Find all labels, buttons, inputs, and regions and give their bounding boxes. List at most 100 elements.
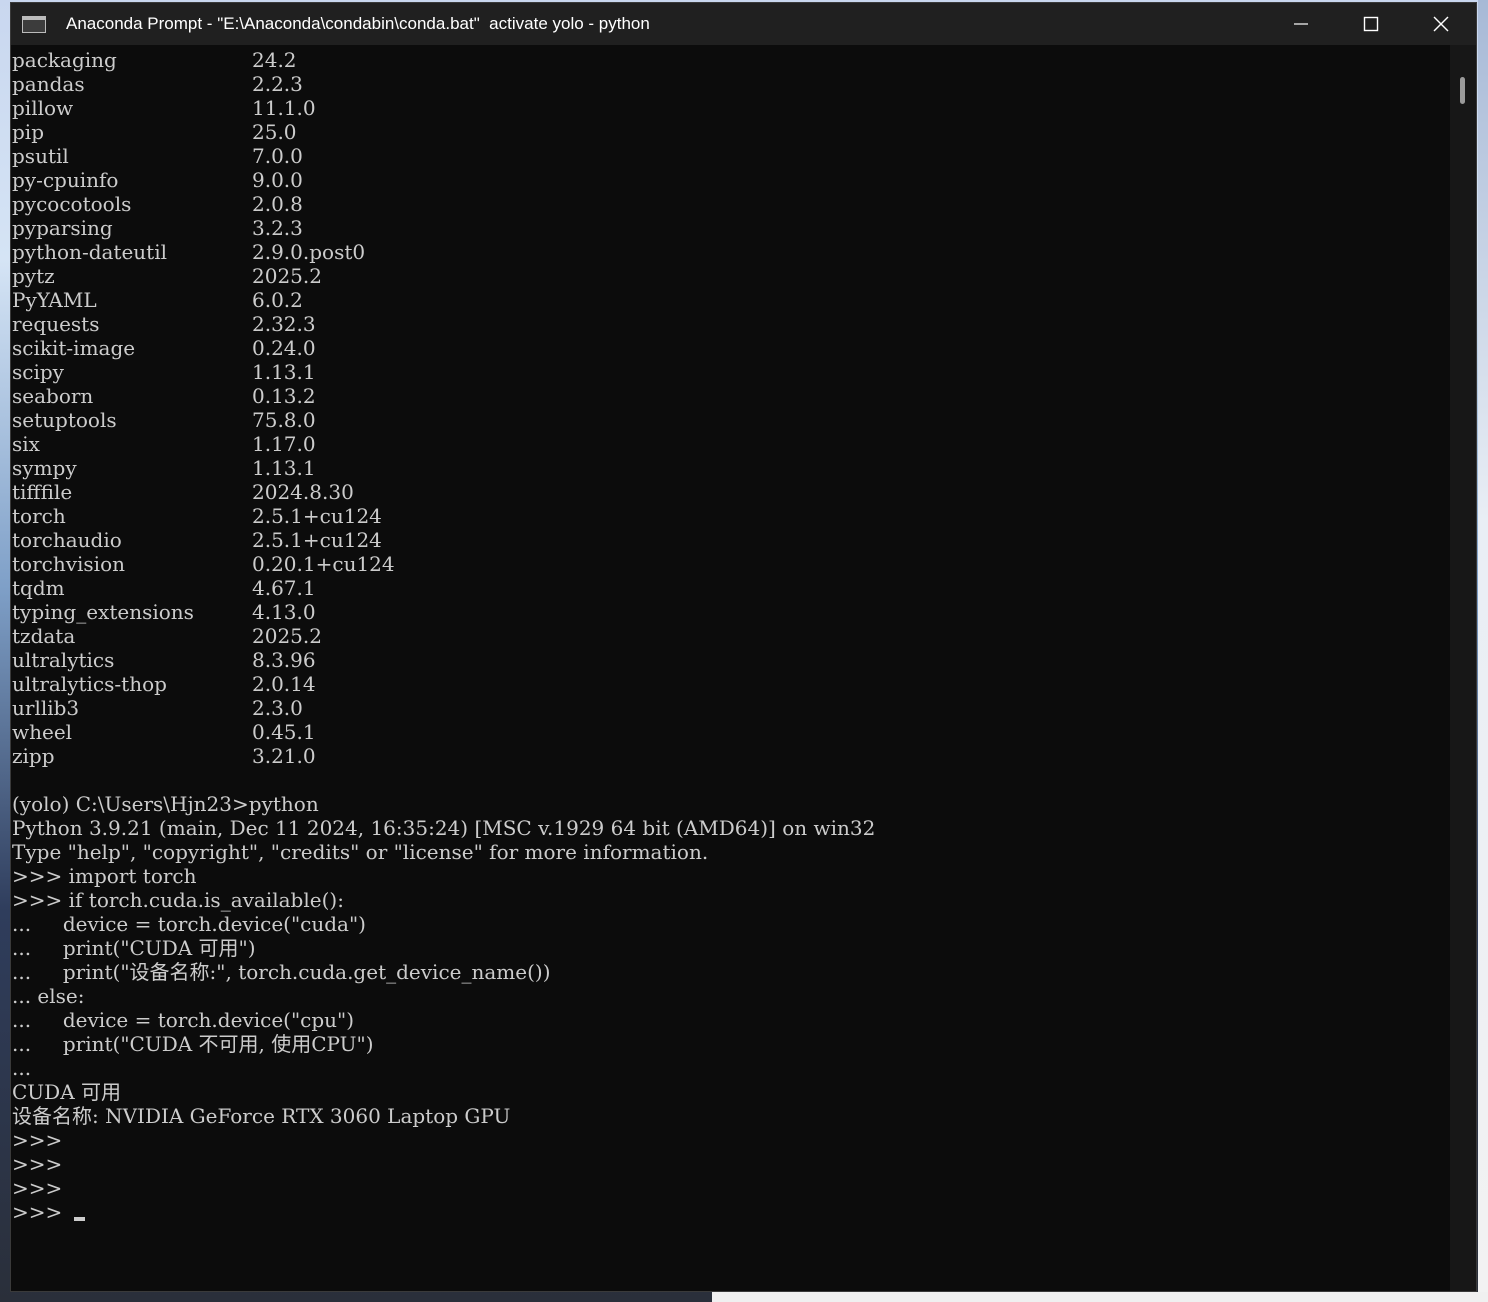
- scrollbar-thumb[interactable]: [1460, 77, 1465, 104]
- package-name: torchaudio: [12, 528, 122, 552]
- package-version: 3.21.0: [252, 744, 316, 768]
- package-version: 6.0.2: [252, 288, 303, 312]
- package-version: 25.0: [252, 120, 297, 144]
- package-version: 24.2: [252, 48, 297, 72]
- prompt: >>>: [12, 1200, 63, 1224]
- package-version: 1.17.0: [252, 432, 316, 456]
- package-name: six: [12, 432, 40, 456]
- package-row: urllib3 2.3.0: [12, 696, 1450, 720]
- package-version: 2.0.14: [252, 672, 316, 696]
- package-version: 0.24.0: [252, 336, 316, 360]
- package-version: 2.5.1+cu124: [252, 504, 382, 528]
- package-version: 4.13.0: [252, 600, 316, 624]
- output-line: ... print("设备名称:", torch.cuda.get_device…: [12, 960, 551, 984]
- package-row: pytz 2025.2: [12, 264, 1450, 288]
- package-name: tzdata: [12, 624, 76, 648]
- console-icon[interactable]: [22, 15, 46, 33]
- package-row: torchaudio 2.5.1+cu124: [12, 528, 1450, 552]
- package-version: 0.45.1: [252, 720, 316, 744]
- package-row: pip 25.0: [12, 120, 1450, 144]
- close-button[interactable]: [1406, 3, 1476, 45]
- package-name: pycocotools: [12, 192, 132, 216]
- close-icon: [1433, 16, 1449, 32]
- package-version: 2.3.0: [252, 696, 303, 720]
- package-row: torch 2.5.1+cu124: [12, 504, 1450, 528]
- package-name: PyYAML: [12, 288, 97, 312]
- output-line: 设备名称: NVIDIA GeForce RTX 3060 Laptop GPU: [12, 1104, 511, 1128]
- package-row: tifffile 2024.8.30: [12, 480, 1450, 504]
- package-name: python-dateutil: [12, 240, 168, 264]
- package-name: setuptools: [12, 408, 117, 432]
- package-version: 9.0.0: [252, 168, 303, 192]
- package-row: setuptools 75.8.0: [12, 408, 1450, 432]
- output-line: >>>: [12, 1176, 63, 1200]
- output-line: ... device = torch.device("cpu"): [12, 1008, 355, 1032]
- package-name: scikit-image: [12, 336, 136, 360]
- window-controls: [1266, 3, 1476, 45]
- input-line[interactable]: >>>: [12, 1200, 1450, 1224]
- package-name: requests: [12, 312, 100, 336]
- package-row: torchvision 0.20.1+cu124: [12, 552, 1450, 576]
- package-row: packaging 24.2: [12, 48, 1450, 72]
- package-version: 2.2.3: [252, 72, 303, 96]
- package-name: sympy: [12, 456, 77, 480]
- package-version: 7.0.0: [252, 144, 303, 168]
- output-line: >>> if torch.cuda.is_available():: [12, 888, 344, 912]
- output-line: ... print("CUDA 可用"): [12, 936, 256, 960]
- package-name: packaging: [12, 48, 117, 72]
- package-version: 4.67.1: [252, 576, 316, 600]
- package-name: seaborn: [12, 384, 94, 408]
- maximize-button[interactable]: [1336, 3, 1406, 45]
- python-session: (yolo) C:\Users\Hjn23>python Python 3.9.2…: [12, 768, 1450, 1200]
- package-name: pip: [12, 120, 45, 144]
- package-row: tzdata 2025.2: [12, 624, 1450, 648]
- package-row: tqdm 4.67.1: [12, 576, 1450, 600]
- minimize-button[interactable]: [1266, 3, 1336, 45]
- output-line: (yolo) C:\Users\Hjn23>python: [12, 792, 319, 816]
- package-name: zipp: [12, 744, 55, 768]
- package-row: pycocotools 2.0.8: [12, 192, 1450, 216]
- package-name: wheel: [12, 720, 73, 744]
- package-row: requests 2.32.3: [12, 312, 1450, 336]
- package-row: sympy 1.13.1: [12, 456, 1450, 480]
- package-version: 2025.2: [252, 264, 322, 288]
- package-version: 2025.2: [252, 624, 322, 648]
- package-row: py-cpuinfo 9.0.0: [12, 168, 1450, 192]
- package-row: pandas 2.2.3: [12, 72, 1450, 96]
- package-row: six 1.17.0: [12, 432, 1450, 456]
- package-row: python-dateutil 2.9.0.post0: [12, 240, 1450, 264]
- maximize-icon: [1363, 16, 1379, 32]
- package-version: 0.13.2: [252, 384, 316, 408]
- package-version: 2.32.3: [252, 312, 316, 336]
- package-row: scikit-image 0.24.0: [12, 336, 1450, 360]
- package-row: zipp 3.21.0: [12, 744, 1450, 768]
- package-version: 3.2.3: [252, 216, 303, 240]
- package-name: pytz: [12, 264, 55, 288]
- package-name: scipy: [12, 360, 64, 384]
- package-row: wheel 0.45.1: [12, 720, 1450, 744]
- output-line: ... else:: [12, 984, 85, 1008]
- package-name: typing_extensions: [12, 600, 194, 624]
- output-line: ... print("CUDA 不可用, 使用CPU"): [12, 1032, 374, 1056]
- package-name: torchvision: [12, 552, 125, 576]
- vertical-scrollbar[interactable]: [1450, 45, 1476, 1291]
- taskbar-edge: [712, 1292, 1488, 1302]
- package-name: pillow: [12, 96, 74, 120]
- package-name: tifffile: [12, 480, 73, 504]
- terminal-window: Anaconda Prompt - "E:\Anaconda\condabin\…: [10, 2, 1477, 1292]
- package-version: 0.20.1+cu124: [252, 552, 395, 576]
- package-name: pandas: [12, 72, 85, 96]
- package-version: 2.5.1+cu124: [252, 528, 382, 552]
- title-bar[interactable]: Anaconda Prompt - "E:\Anaconda\condabin\…: [11, 3, 1476, 45]
- package-row: psutil 7.0.0: [12, 144, 1450, 168]
- package-name: ultralytics: [12, 648, 115, 672]
- output-line: Python 3.9.21 (main, Dec 11 2024, 16:35:…: [12, 816, 876, 840]
- package-version: 2.9.0.post0: [252, 240, 366, 264]
- package-version: 8.3.96: [252, 648, 316, 672]
- package-version: 1.13.1: [252, 360, 316, 384]
- terminal-output[interactable]: packaging 24.2 pandas 2.2.3 pillow 11.1.0 pip 2…: [11, 45, 1450, 1291]
- package-name: tqdm: [12, 576, 65, 600]
- package-name: torch: [12, 504, 66, 528]
- output-line: >>>: [12, 1128, 63, 1152]
